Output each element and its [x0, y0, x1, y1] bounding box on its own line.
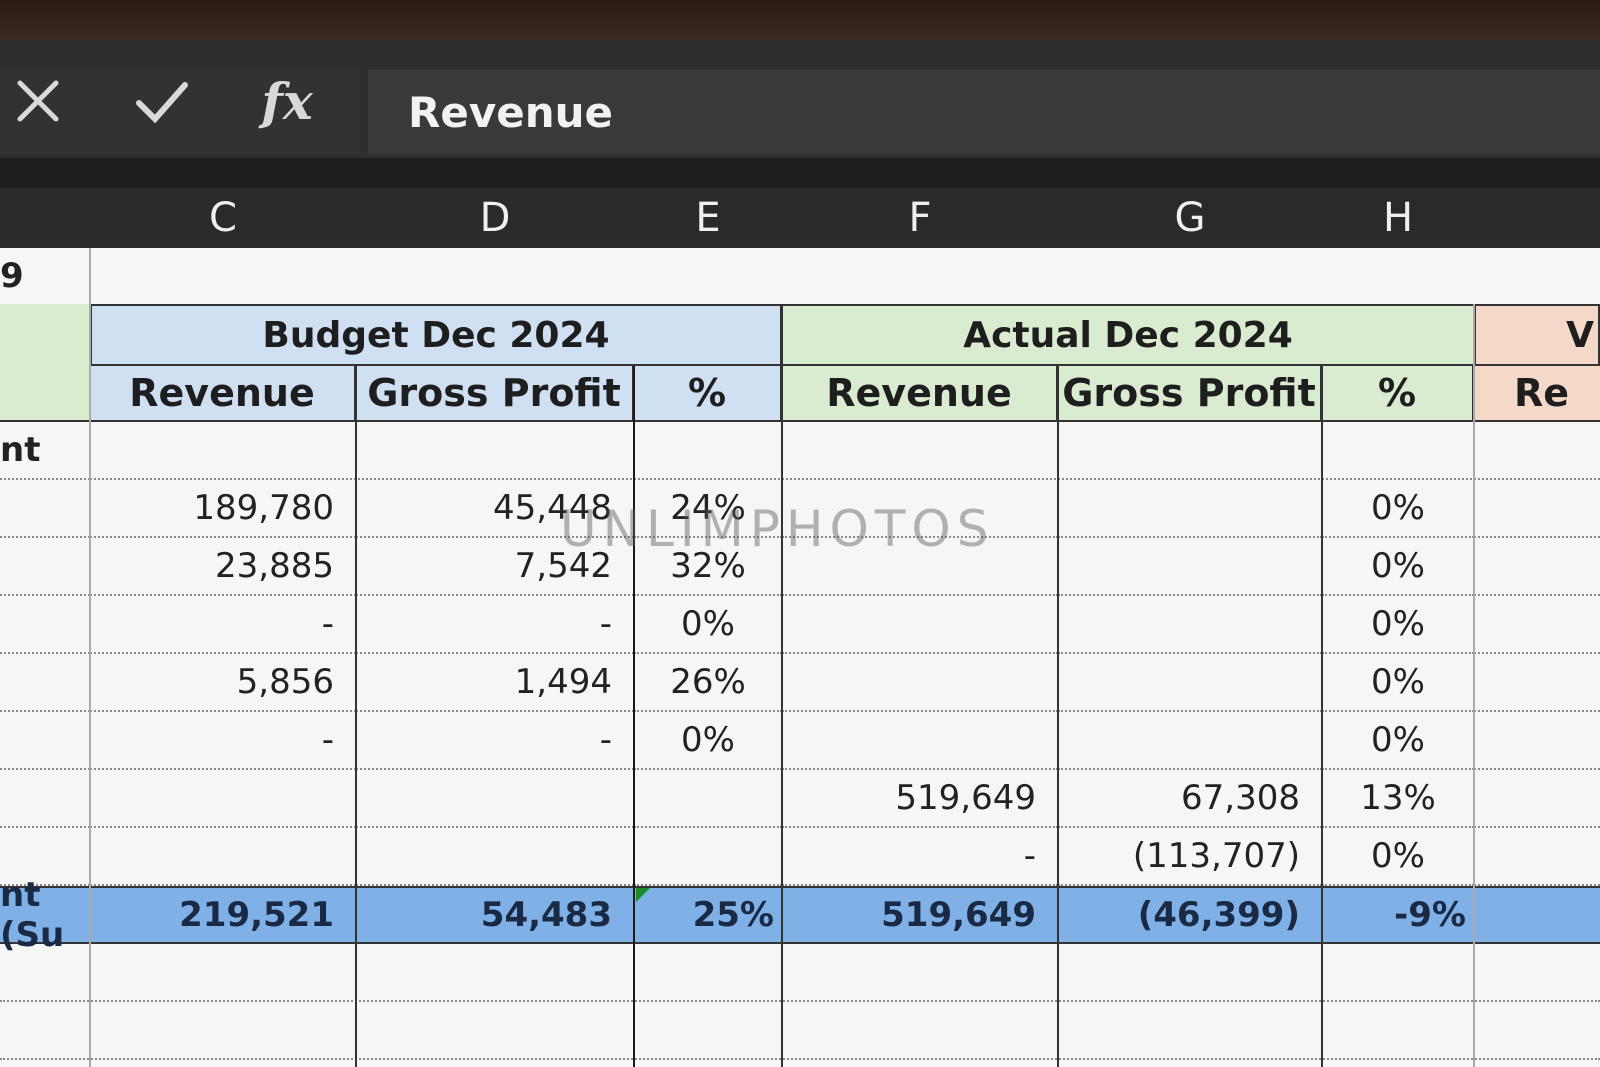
table-cell[interactable]: 189,780 — [90, 480, 356, 538]
total-budget-percent[interactable]: 25% — [634, 886, 782, 944]
gridline — [1473, 304, 1475, 1067]
table-cell[interactable] — [1058, 480, 1322, 538]
table-cell[interactable] — [1474, 480, 1600, 538]
gridline — [1057, 366, 1059, 1067]
table-cell[interactable]: 0% — [1322, 596, 1474, 654]
section-row — [90, 422, 1600, 480]
table-cell[interactable] — [782, 596, 1058, 654]
table-cell[interactable]: 0% — [634, 596, 782, 654]
table-cell[interactable] — [782, 654, 1058, 712]
table-cell[interactable] — [356, 828, 634, 886]
row-header — [0, 712, 90, 770]
table-cell[interactable] — [90, 828, 356, 886]
column-header-f[interactable]: F — [782, 188, 1060, 248]
table-cell[interactable] — [1474, 538, 1600, 596]
table-cell[interactable] — [1474, 828, 1600, 886]
table-cell[interactable] — [1058, 654, 1322, 712]
table-cell[interactable] — [782, 712, 1058, 770]
table-cell[interactable]: 0% — [1322, 654, 1474, 712]
check-icon[interactable] — [130, 55, 194, 147]
total-row-label[interactable]: nt (Su — [0, 875, 90, 955]
gridline — [781, 304, 783, 1067]
column-header-g[interactable]: G — [1058, 188, 1324, 248]
row-header — [0, 596, 90, 654]
budget-percent-header[interactable]: % — [634, 366, 782, 422]
budget-group-header[interactable]: Budget Dec 2024 — [90, 304, 782, 366]
table-cell[interactable] — [1474, 596, 1600, 654]
table-cell[interactable] — [634, 828, 782, 886]
column-header-c[interactable]: C — [90, 188, 358, 248]
table-cell[interactable]: 519,649 — [782, 770, 1058, 828]
table-cell[interactable]: - — [90, 596, 356, 654]
actual-gross-profit-header[interactable]: Gross Profit — [1058, 366, 1322, 422]
watermark: UNLIMPHOTOS — [560, 500, 995, 558]
row-header — [0, 654, 90, 712]
row-header — [0, 770, 90, 828]
subheader-left-fill — [0, 366, 90, 422]
monitor-bezel — [0, 0, 1600, 40]
total-variance[interactable] — [1474, 886, 1600, 944]
group-left-fill — [0, 304, 90, 366]
row-header — [0, 480, 90, 538]
actual-revenue-header[interactable]: Revenue — [782, 366, 1058, 422]
actual-group-header[interactable]: Actual Dec 2024 — [782, 304, 1474, 366]
row-label-section: nt — [0, 422, 90, 480]
budget-revenue-header[interactable]: Revenue — [90, 366, 356, 422]
formula-value: Revenue — [408, 87, 613, 137]
variance-revenue-header[interactable]: Re — [1474, 366, 1600, 422]
table-cell[interactable]: 1,494 — [356, 654, 634, 712]
table-cell[interactable]: 5,856 — [90, 654, 356, 712]
close-icon[interactable] — [8, 55, 68, 147]
gridline — [89, 248, 91, 1067]
row-label-top: 9 — [0, 256, 24, 296]
table-cell[interactable] — [356, 770, 634, 828]
table-cell[interactable] — [90, 770, 356, 828]
table-cell[interactable] — [1474, 654, 1600, 712]
table-cell[interactable]: 67,308 — [1058, 770, 1322, 828]
function-icon[interactable]: fx — [255, 55, 319, 147]
column-header-d[interactable]: D — [356, 188, 636, 248]
total-budget-revenue[interactable]: 219,521 — [90, 886, 356, 944]
table-cell[interactable]: 23,885 — [90, 538, 356, 596]
table-cell[interactable] — [1058, 538, 1322, 596]
table-cell[interactable]: - — [356, 596, 634, 654]
error-indicator-icon — [636, 888, 650, 902]
corner-header — [0, 188, 92, 248]
total-actual-gross-profit[interactable]: (46,399) — [1058, 886, 1322, 944]
table-cell[interactable] — [1474, 770, 1600, 828]
gridline — [355, 366, 357, 1067]
total-budget-gross-profit[interactable]: 54,483 — [356, 886, 634, 944]
table-cell[interactable]: 0% — [1322, 480, 1474, 538]
table-cell[interactable]: (113,707) — [1058, 828, 1322, 886]
row-header — [0, 538, 90, 596]
column-header-next[interactable] — [1474, 188, 1600, 248]
column-header-e[interactable]: E — [634, 188, 784, 248]
empty-row — [0, 1002, 1600, 1060]
table-cell[interactable] — [1058, 596, 1322, 654]
gridline — [1321, 366, 1323, 1067]
table-cell[interactable] — [1474, 712, 1600, 770]
table-cell[interactable]: - — [782, 828, 1058, 886]
total-actual-percent[interactable]: -9% — [1322, 886, 1474, 944]
table-cell[interactable] — [1058, 712, 1322, 770]
table-cell[interactable] — [634, 770, 782, 828]
total-actual-revenue[interactable]: 519,649 — [782, 886, 1058, 944]
table-cell[interactable]: 26% — [634, 654, 782, 712]
table-cell[interactable]: 0% — [1322, 828, 1474, 886]
table-cell[interactable]: - — [356, 712, 634, 770]
table-cell[interactable]: - — [90, 712, 356, 770]
formula-input[interactable]: Revenue — [368, 70, 1600, 154]
gridline — [633, 366, 635, 1067]
table-cell[interactable]: 0% — [1322, 538, 1474, 596]
table-cell[interactable]: 0% — [1322, 712, 1474, 770]
table-cell[interactable]: 13% — [1322, 770, 1474, 828]
table-cell[interactable]: 0% — [634, 712, 782, 770]
budget-gross-profit-header[interactable]: Gross Profit — [356, 366, 634, 422]
actual-percent-header[interactable]: % — [1322, 366, 1474, 422]
empty-row — [0, 944, 1600, 1002]
variance-group-header[interactable]: V — [1474, 304, 1600, 366]
column-header-h[interactable]: H — [1322, 188, 1476, 248]
header-gap — [0, 158, 1600, 188]
